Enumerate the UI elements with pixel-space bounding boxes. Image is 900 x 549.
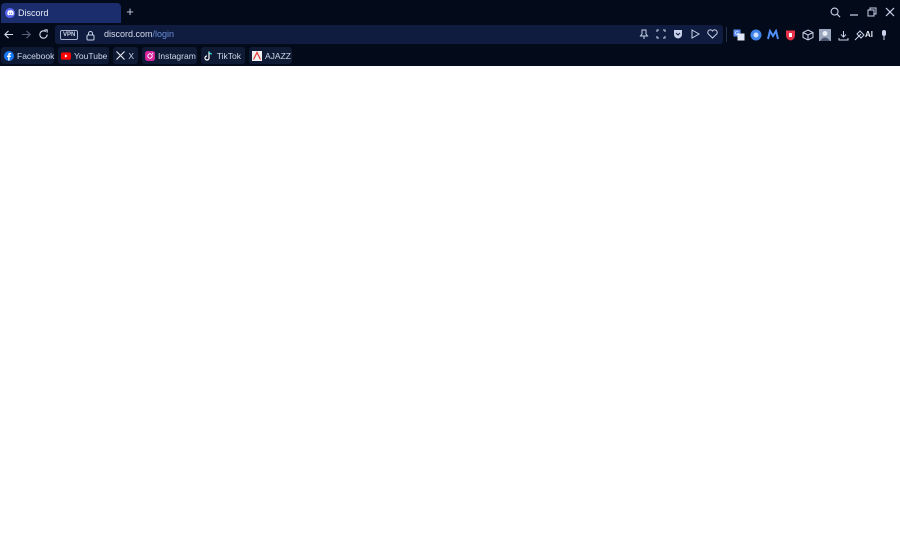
url-path: /login: [152, 29, 175, 39]
red-shield-icon[interactable]: [784, 29, 796, 41]
tab-bar: Discord +: [0, 0, 900, 25]
vpn-badge[interactable]: VPN: [60, 30, 79, 40]
bookmark-label: X: [128, 50, 134, 61]
translate-icon[interactable]: G: [733, 29, 745, 41]
instagram-icon: [145, 50, 155, 61]
bookmark-facebook[interactable]: Facebook: [1, 47, 54, 64]
bookmark-label: Facebook: [17, 50, 55, 61]
pin-icon[interactable]: [638, 28, 650, 40]
close-icon[interactable]: [883, 4, 897, 20]
url-text[interactable]: discord.com/login: [104, 28, 174, 40]
ai-wand-icon[interactable]: [853, 29, 865, 41]
url-host: discord.com: [104, 29, 153, 39]
bookmark-tiktok[interactable]: TikTok: [201, 47, 245, 64]
bookmarks-bar: Facebook YouTube X Instagram TikTok AJAZ…: [0, 44, 900, 66]
back-icon[interactable]: [2, 28, 14, 40]
youtube-icon: [61, 51, 71, 61]
circle-extension-icon[interactable]: [750, 29, 762, 41]
navigation-bar: VPN discord.com/login G AI: [0, 25, 900, 44]
ai-button[interactable]: AI: [865, 29, 873, 41]
search-icon[interactable]: [828, 4, 842, 20]
screenshot-icon[interactable]: [655, 28, 667, 40]
avatar-icon[interactable]: [819, 29, 831, 41]
ajazz-icon: [252, 50, 262, 61]
minimize-icon[interactable]: [847, 4, 861, 20]
tiktok-icon: [204, 51, 214, 61]
tab-discord[interactable]: Discord: [1, 3, 121, 23]
toolbar-separator: [726, 27, 727, 42]
play-icon[interactable]: [689, 28, 701, 40]
forward-icon[interactable]: [20, 28, 32, 40]
heart-icon[interactable]: [706, 28, 718, 40]
svg-text:G: G: [735, 31, 739, 37]
microphone-icon[interactable]: [878, 29, 890, 41]
facebook-icon: [4, 50, 14, 61]
page-content: [0, 67, 900, 549]
cube-icon[interactable]: [802, 29, 814, 41]
bookmark-instagram[interactable]: Instagram: [142, 47, 197, 64]
address-bar[interactable]: VPN discord.com/login: [55, 25, 723, 44]
bookmark-label: Instagram: [158, 50, 196, 61]
shield-icon[interactable]: [672, 28, 684, 40]
x-icon: [116, 51, 126, 61]
reload-icon[interactable]: [37, 28, 49, 40]
bookmark-youtube[interactable]: YouTube: [58, 47, 109, 64]
bookmark-ajazz[interactable]: AJAZZ: [249, 47, 292, 64]
tab-title: Discord: [18, 8, 49, 18]
bookmark-label: AJAZZ: [265, 50, 291, 61]
bookmark-label: TikTok: [216, 50, 241, 61]
download-icon[interactable]: [837, 29, 849, 41]
discord-icon: [5, 8, 15, 18]
bookmark-label: YouTube: [74, 50, 108, 61]
m-extension-icon[interactable]: [767, 29, 779, 41]
bookmark-x[interactable]: X: [113, 47, 138, 64]
browser-chrome: Discord + VPN discord.com/login G AI Fac…: [0, 0, 900, 66]
restore-icon[interactable]: [865, 4, 879, 20]
new-tab-button[interactable]: +: [124, 5, 136, 19]
